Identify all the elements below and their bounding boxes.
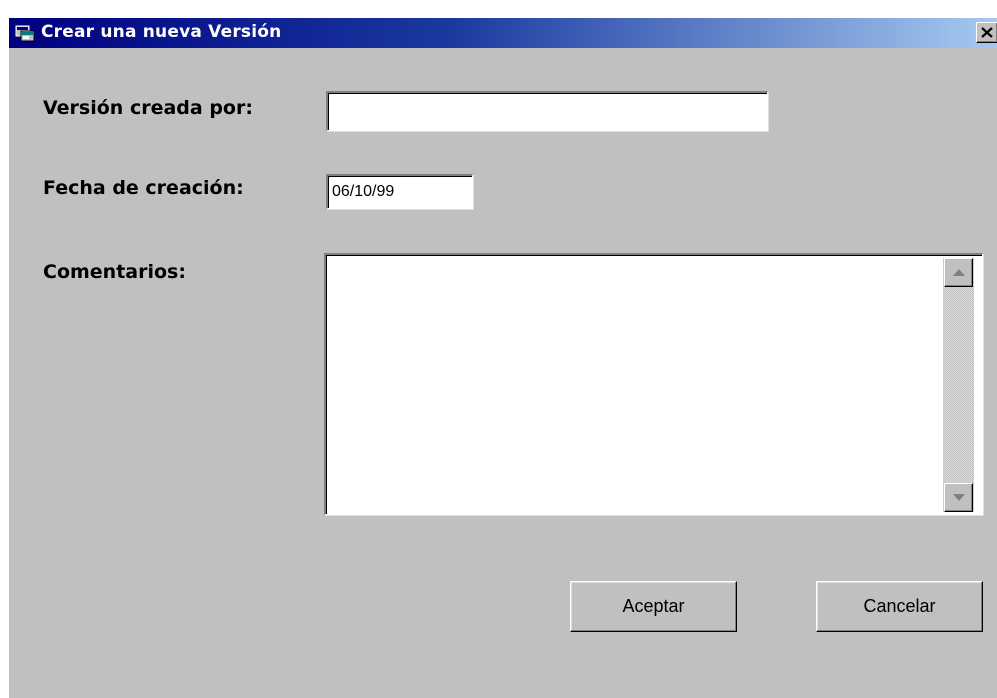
created-by-input[interactable] [326,91,768,131]
title-bar[interactable]: Crear una nueva Versión [9,18,997,48]
creation-date-input[interactable] [326,174,473,209]
window-title: Crear una nueva Versión [41,22,282,42]
comments-scrollbar[interactable] [943,258,974,512]
comments-textarea[interactable] [324,253,983,515]
scroll-down-arrow-icon [953,494,965,501]
scroll-up-arrow-icon [953,269,965,276]
accept-button[interactable]: Aceptar [570,581,737,632]
created-by-label: Versión creada por: [43,97,253,119]
close-icon [981,27,993,38]
creation-date-label: Fecha de creación: [43,177,244,199]
app-window-icon [15,24,35,42]
dialog-window: Crear una nueva Versión Versión creada p… [8,17,997,698]
close-button[interactable] [976,22,997,43]
scroll-up-button[interactable] [944,258,973,287]
cancel-button[interactable]: Cancelar [816,581,983,632]
comments-label: Comentarios: [43,261,186,283]
scroll-down-button[interactable] [944,483,973,512]
